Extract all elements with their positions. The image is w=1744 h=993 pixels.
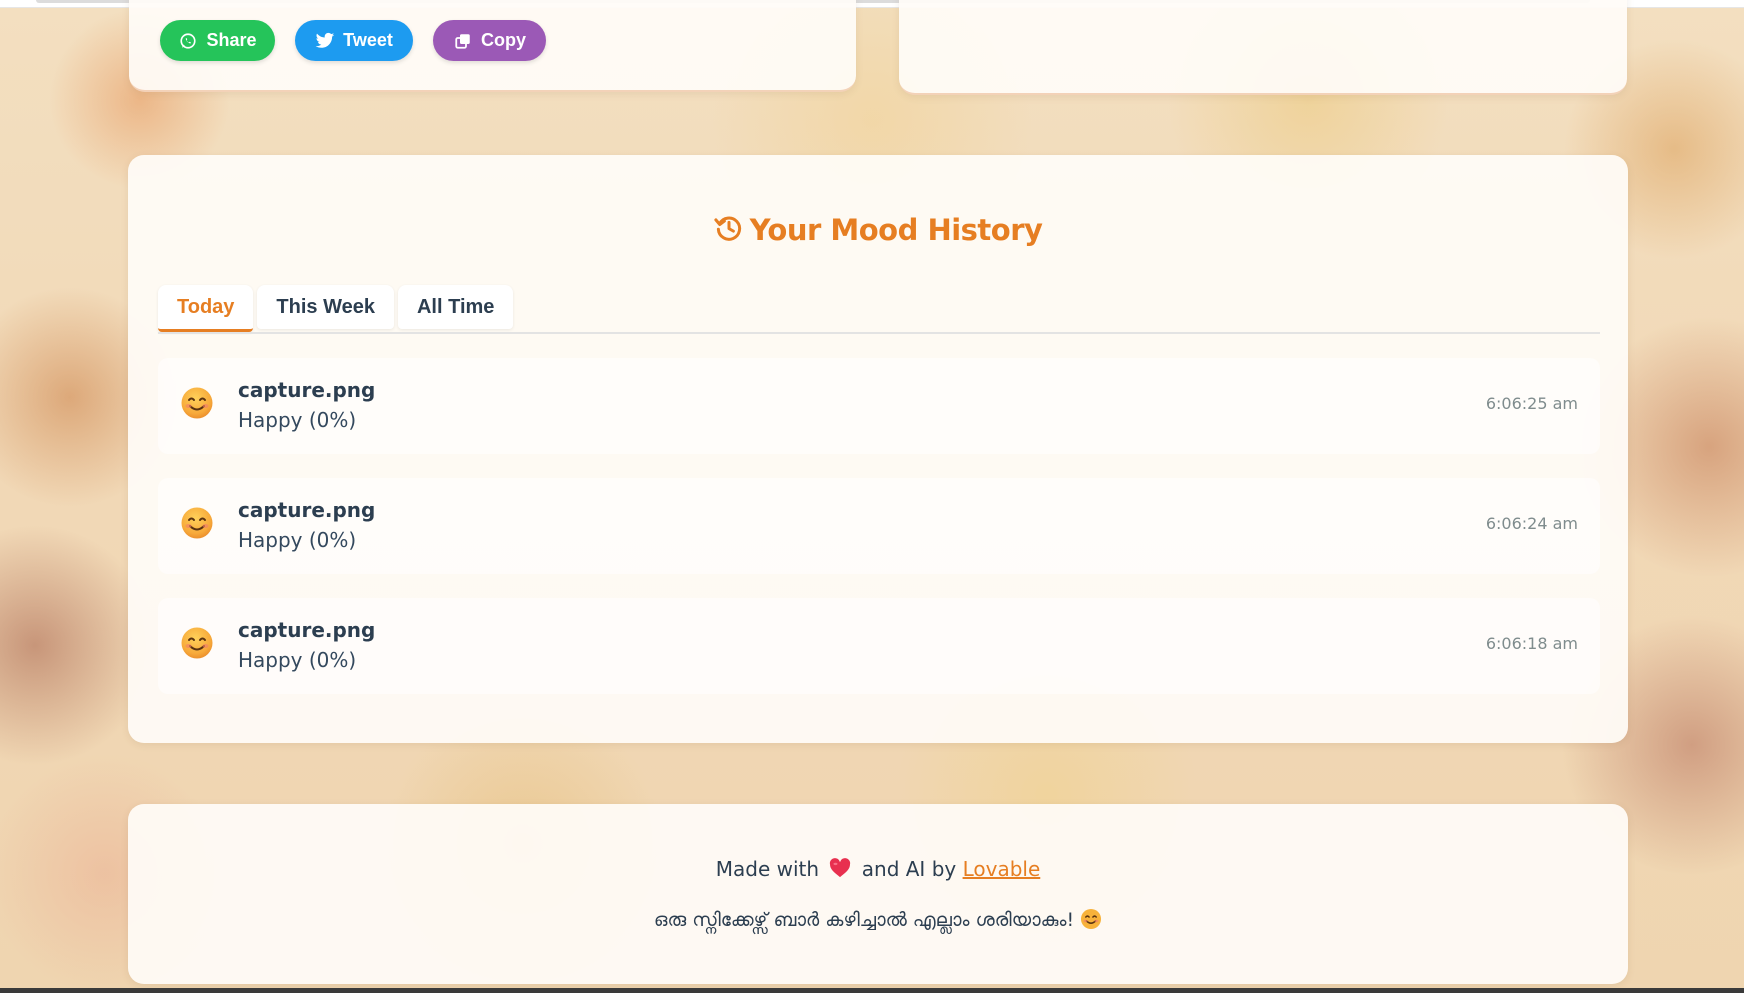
window-bottom-edge — [0, 988, 1744, 993]
history-tabs: Today This Week All Time — [158, 285, 514, 332]
entry-time: 6:06:25 am — [1485, 394, 1578, 413]
heart-icon — [829, 858, 851, 883]
entry-mood: Happy (0%) — [238, 648, 357, 672]
history-entry: capture.png Happy (0%) 6:06:18 am — [158, 598, 1600, 694]
tab-all-time[interactable]: All Time — [397, 285, 514, 329]
smiling-face-icon — [180, 626, 214, 660]
history-icon — [713, 213, 744, 250]
entry-filename: capture.png — [238, 498, 376, 522]
tabs-divider — [158, 332, 1600, 334]
entry-filename: capture.png — [238, 378, 376, 402]
tab-this-week[interactable]: This Week — [257, 285, 394, 329]
mood-history-title: Your Mood History — [128, 213, 1628, 250]
footer-tagline: ഒരു സ്നിക്കേഴ്സ് ബാർ കഴിച്ചാൽ എല്ലാം ശരി… — [128, 908, 1628, 935]
tweet-button[interactable]: Tweet — [295, 20, 413, 61]
smiling-face-icon — [180, 506, 214, 540]
smiling-face-icon — [1080, 908, 1102, 935]
tab-today[interactable]: Today — [158, 285, 254, 332]
whatsapp-share-label: Share — [206, 30, 257, 50]
mood-history-card: Your Mood History Today This Week All Ti… — [128, 155, 1628, 743]
side-card — [899, 0, 1627, 95]
footer-credit: Made with and AI by Lovable — [128, 857, 1628, 883]
entry-time: 6:06:24 am — [1485, 514, 1578, 533]
entry-mood: Happy (0%) — [238, 528, 357, 552]
mood-history-title-text: Your Mood History — [749, 213, 1043, 247]
footer-card: Made with and AI by Lovable ഒരു സ്നിക്കേ… — [128, 804, 1628, 984]
entry-filename: capture.png — [238, 618, 376, 642]
copy-icon — [453, 31, 473, 51]
whatsapp-share-button[interactable]: Share — [160, 20, 275, 61]
copy-button[interactable]: Copy — [433, 20, 546, 61]
history-entry: capture.png Happy (0%) 6:06:25 am — [158, 358, 1600, 454]
and-ai-by-text: and AI by — [861, 857, 957, 881]
smiling-face-icon — [180, 386, 214, 420]
tweet-label: Tweet — [343, 30, 393, 50]
entry-time: 6:06:18 am — [1485, 634, 1578, 653]
twitter-bird-icon — [315, 31, 335, 51]
copy-label: Copy — [481, 30, 526, 50]
lovable-link[interactable]: Lovable — [963, 857, 1041, 881]
whatsapp-icon — [178, 31, 198, 51]
history-entry: capture.png Happy (0%) 6:06:24 am — [158, 478, 1600, 574]
made-with-text: Made with — [715, 857, 820, 881]
entry-mood: Happy (0%) — [238, 408, 357, 432]
tagline-text: ഒരു സ്നിക്കേഴ്സ് ബാർ കഴിച്ചാൽ എല്ലാം ശരി… — [653, 909, 1075, 931]
